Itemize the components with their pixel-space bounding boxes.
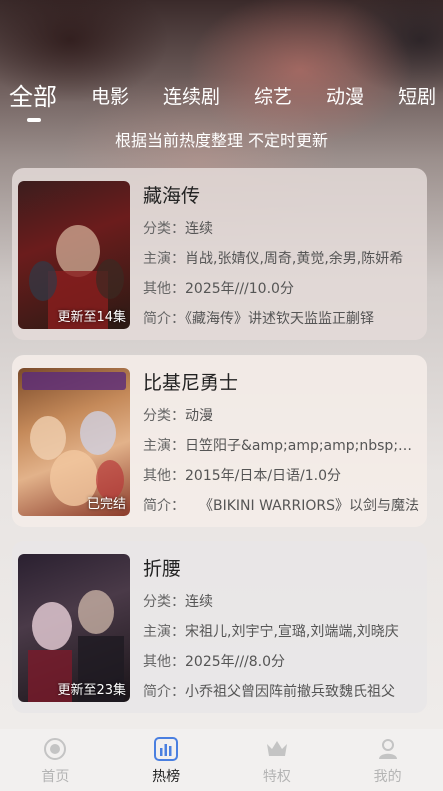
tab-short-drama[interactable]: 短剧 <box>398 84 436 110</box>
nav-label: 特权 <box>262 769 291 785</box>
item-intro: 简介：小乔祖父曾因阵前撤兵致魏氏祖父 <box>143 681 421 701</box>
intro-value: 小乔祖父曾因阵前撤兵致魏氏祖父 <box>185 684 395 700</box>
item-other: 其他：2025年///10.0分 <box>143 278 421 298</box>
bottom-nav: 首页 热榜 特权 我的 <box>0 729 443 791</box>
category-value: 动漫 <box>185 408 213 424</box>
tab-all[interactable]: 全部 <box>9 83 57 122</box>
episode-badge: 更新至23集 <box>57 683 126 698</box>
item-other: 其他：2015年/日本/日语/1.0分 <box>143 465 421 485</box>
item-intro: 简介：《藏海传》讲述钦天监监正蒯铎 <box>143 308 421 328</box>
vip-crown-icon <box>264 736 290 762</box>
category-tabs: 全部 电影 连续剧 综艺 动漫 短剧 <box>0 70 443 122</box>
nav-profile[interactable]: 我的 <box>332 729 443 791</box>
profile-icon <box>375 736 401 762</box>
tab-label: 全部 <box>9 83 57 111</box>
tab-label: 电影 <box>91 86 130 108</box>
nav-hot-list[interactable]: 热榜 <box>111 729 222 791</box>
tab-series[interactable]: 连续剧 <box>163 84 220 110</box>
item-title: 比基尼勇士 <box>143 372 239 394</box>
category-value: 连续 <box>185 221 213 237</box>
cast-value: 肖战,张婧仪,周奇,黄觉,余男,陈妍希 <box>185 251 404 267</box>
intro-value: 《BIKINI WARRIORS》以剑与魔法 <box>178 498 419 514</box>
other-label: 其他： <box>143 654 185 670</box>
item-category: 分类：连续 <box>143 218 421 238</box>
status-bar <box>0 0 443 14</box>
item-title: 折腰 <box>143 558 182 580</box>
tab-label: 综艺 <box>254 86 293 108</box>
category-value: 连续 <box>185 594 213 610</box>
item-category: 分类：动漫 <box>143 405 421 425</box>
item-other: 其他：2025年///8.0分 <box>143 651 421 671</box>
list-item[interactable]: 已完结 比基尼勇士 分类：动漫 主演：日笠阳子&amp;amp;amp;nbsp… <box>12 355 427 527</box>
cast-label: 主演： <box>143 438 185 454</box>
item-cast: 主演：肖战,张婧仪,周奇,黄觉,余男,陈妍希 <box>143 248 421 268</box>
item-intro: 简介： 《BIKINI WARRIORS》以剑与魔法 <box>143 495 421 515</box>
cast-value: 日笠阳子&amp;amp;amp;nbsp;植田佳奈 <box>185 438 421 454</box>
list-item[interactable]: 更新至23集 折腰 分类：连续 主演：宋祖儿,刘宇宁,宣璐,刘端端,刘晓庆 其他… <box>12 541 427 713</box>
category-label: 分类： <box>143 408 185 424</box>
category-label: 分类： <box>143 221 185 237</box>
item-cast: 主演：宋祖儿,刘宇宁,宣璐,刘端端,刘晓庆 <box>143 621 421 641</box>
episode-badge: 更新至14集 <box>57 310 126 325</box>
item-category: 分类：连续 <box>143 591 421 611</box>
poster-image: 更新至14集 <box>18 181 130 329</box>
other-value: 2015年/日本/日语/1.0分 <box>185 468 342 484</box>
poster-image: 已完结 <box>18 368 130 516</box>
tab-movie[interactable]: 电影 <box>91 84 129 110</box>
poster-image: 更新至23集 <box>18 554 130 702</box>
chart-icon <box>153 736 179 762</box>
other-label: 其他： <box>143 281 185 297</box>
tab-anime[interactable]: 动漫 <box>326 84 364 110</box>
intro-value: 《藏海传》讲述钦天监监正蒯铎 <box>185 311 374 327</box>
tab-label: 动漫 <box>326 86 365 108</box>
home-icon <box>42 736 68 762</box>
intro-label: 简介： <box>143 684 185 700</box>
status-badge: 已完结 <box>86 497 126 512</box>
nav-home[interactable]: 首页 <box>0 729 111 791</box>
page-subtitle: 根据当前热度整理 不定时更新 <box>114 131 329 150</box>
other-value: 2025年///10.0分 <box>185 281 294 297</box>
category-label: 分类： <box>143 594 185 610</box>
cast-value: 宋祖儿,刘宇宁,宣璐,刘端端,刘晓庆 <box>185 624 399 640</box>
nav-label: 热榜 <box>152 769 181 785</box>
tab-label: 连续剧 <box>163 86 221 108</box>
cast-label: 主演： <box>143 251 185 267</box>
intro-label: 简介： <box>143 311 185 327</box>
list-item[interactable]: 更新至14集 藏海传 分类：连续 主演：肖战,张婧仪,周奇,黄觉,余男,陈妍希 … <box>12 168 427 340</box>
item-title: 藏海传 <box>143 185 201 207</box>
tab-active-indicator <box>27 118 41 122</box>
other-label: 其他： <box>143 468 185 484</box>
other-value: 2025年///8.0分 <box>185 654 286 670</box>
item-cast: 主演：日笠阳子&amp;amp;amp;nbsp;植田佳奈 <box>143 435 421 455</box>
cast-label: 主演： <box>143 624 185 640</box>
tab-label: 短剧 <box>398 86 437 108</box>
nav-privileges[interactable]: 特权 <box>222 729 333 791</box>
nav-label: 我的 <box>373 769 402 785</box>
intro-label: 简介： <box>143 498 178 514</box>
nav-label: 首页 <box>41 769 70 785</box>
tab-variety[interactable]: 综艺 <box>254 84 292 110</box>
